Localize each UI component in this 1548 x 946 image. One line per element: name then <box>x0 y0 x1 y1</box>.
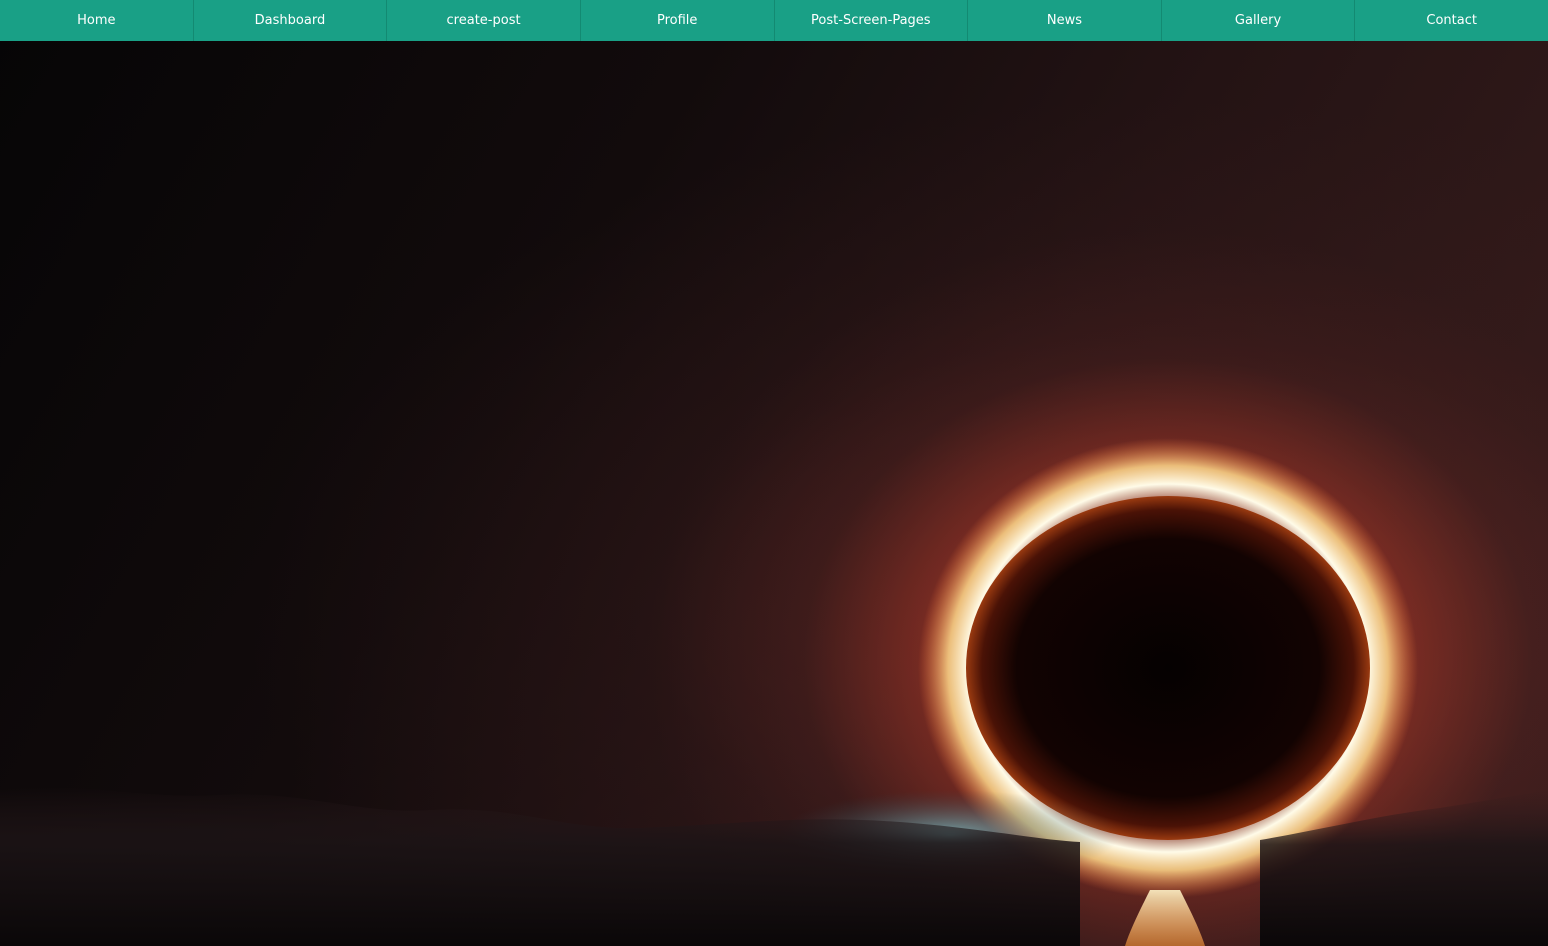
nav-item-create-post[interactable]: create-post <box>387 0 581 41</box>
nav-item-dashboard[interactable]: Dashboard <box>194 0 388 41</box>
nav-item-contact[interactable]: Contact <box>1355 0 1548 41</box>
top-navbar: Home Dashboard create-post Profile Post-… <box>0 0 1548 41</box>
nav-item-news[interactable]: News <box>968 0 1162 41</box>
hero-eclipse-image <box>0 0 1548 946</box>
page: Home Dashboard create-post Profile Post-… <box>0 0 1548 946</box>
nav-item-gallery[interactable]: Gallery <box>1162 0 1356 41</box>
eclipse-illustration <box>0 438 1548 946</box>
nav-item-post-screen-pages[interactable]: Post-Screen-Pages <box>775 0 969 41</box>
nav-item-home[interactable]: Home <box>0 0 194 41</box>
nav-item-profile[interactable]: Profile <box>581 0 775 41</box>
